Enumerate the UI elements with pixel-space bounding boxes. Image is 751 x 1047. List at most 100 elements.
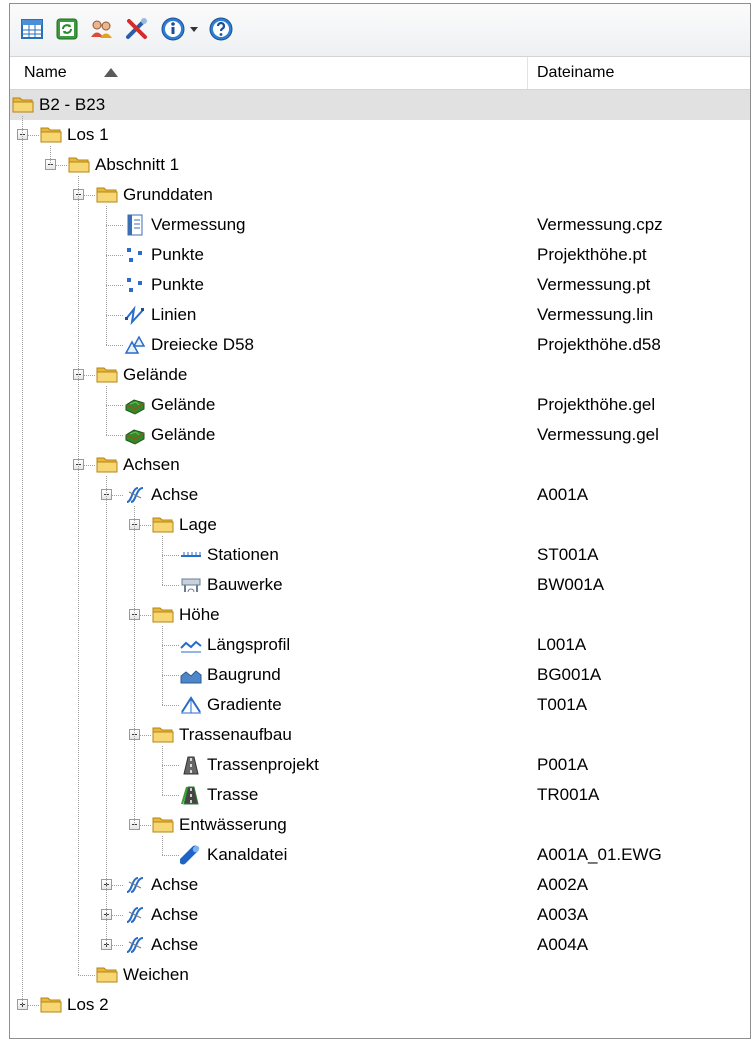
- tree-row[interactable]: Gelände Projekthöhe.gel: [10, 390, 750, 420]
- tree-item-label[interactable]: Vermessung: [151, 210, 246, 240]
- tree-item-label[interactable]: Kanaldatei: [207, 840, 287, 870]
- tree-row[interactable]: Grunddaten: [10, 180, 750, 210]
- tree-item-label[interactable]: Weichen: [123, 960, 189, 990]
- column-header: Name Dateiname: [10, 57, 750, 90]
- tree-item-label[interactable]: Punkte: [151, 270, 204, 300]
- tree-guide: [134, 506, 135, 825]
- tree-row[interactable]: Gradiente T001A: [10, 690, 750, 720]
- tree-row[interactable]: B2 - B23: [10, 90, 750, 120]
- axis-icon: [124, 904, 146, 926]
- tree-row[interactable]: Bauwerke BW001A: [10, 570, 750, 600]
- tree-row[interactable]: Lage: [10, 510, 750, 540]
- tree-item-label[interactable]: Los 1: [67, 120, 109, 150]
- tree-item-label[interactable]: Dreiecke D58: [151, 330, 254, 360]
- header-filename[interactable]: Dateiname: [537, 57, 614, 89]
- help-icon[interactable]: [206, 14, 236, 44]
- tree-row[interactable]: Gelände Vermessung.gel: [10, 420, 750, 450]
- tree-row[interactable]: Baugrund BG001A: [10, 660, 750, 690]
- tree-connector: [162, 765, 179, 766]
- tree-item-filename: TR001A: [537, 785, 600, 804]
- tree-item-label[interactable]: Abschnitt 1: [95, 150, 179, 180]
- tree-item-filename: Projekthöhe.gel: [537, 395, 656, 414]
- header-name[interactable]: Name: [24, 57, 67, 89]
- tree-item-filename: P001A: [537, 755, 589, 774]
- tree-row[interactable]: Los 1: [10, 120, 750, 150]
- tree-row[interactable]: Trassenprojekt P001A: [10, 750, 750, 780]
- tree-item-filename: Vermessung.lin: [537, 305, 654, 324]
- tree-row[interactable]: Achsen: [10, 450, 750, 480]
- route-project-icon: [180, 754, 202, 776]
- tree-item-label[interactable]: Trassenaufbau: [179, 720, 292, 750]
- table-icon[interactable]: [17, 14, 47, 44]
- tree-row[interactable]: Linien Vermessung.lin: [10, 300, 750, 330]
- axis-icon: [124, 934, 146, 956]
- tree-row[interactable]: Punkte Projekthöhe.pt: [10, 240, 750, 270]
- lines-icon: [124, 304, 146, 326]
- tree-item-label[interactable]: Los 2: [67, 990, 109, 1020]
- tree-item-filename: BG001A: [537, 665, 602, 684]
- tree-item-label[interactable]: Achse: [151, 900, 198, 930]
- tree-item-filename: Projekthöhe.pt: [537, 245, 647, 264]
- tree-item-label[interactable]: Gelände: [151, 420, 215, 450]
- folder-icon: [96, 964, 118, 986]
- tree-row[interactable]: Kanaldatei A001A_01.EWG: [10, 840, 750, 870]
- tree-row[interactable]: Los 2: [10, 990, 750, 1020]
- tree-item-label[interactable]: Stationen: [207, 540, 279, 570]
- tree-row[interactable]: Stationen ST001A: [10, 540, 750, 570]
- tree-row[interactable]: Achse A003A: [10, 900, 750, 930]
- tree-row[interactable]: Dreiecke D58 Projekthöhe.d58: [10, 330, 750, 360]
- tree-connector: [106, 435, 123, 436]
- info-icon[interactable]: [158, 14, 188, 44]
- tree-row[interactable]: Achse A002A: [10, 870, 750, 900]
- tree-item-label[interactable]: Gelände: [123, 360, 187, 390]
- dropdown-arrow-icon[interactable]: [186, 14, 202, 44]
- toolbar: [10, 4, 750, 57]
- tree-row[interactable]: Entwässerung: [10, 810, 750, 840]
- tree-item-filename: Vermessung.cpz: [537, 215, 663, 234]
- users-icon[interactable]: [87, 14, 117, 44]
- tree-item-label[interactable]: Längsprofil: [207, 630, 290, 660]
- tree-item-label[interactable]: Lage: [179, 510, 217, 540]
- tree-item-label[interactable]: Trasse: [207, 780, 258, 810]
- tools-icon[interactable]: [122, 14, 152, 44]
- tree-guide: [106, 476, 107, 945]
- tree-item-label[interactable]: Trassenprojekt: [207, 750, 319, 780]
- stations-icon: [180, 544, 202, 566]
- terrain-icon: [124, 394, 146, 416]
- tree-item-label[interactable]: Baugrund: [207, 660, 281, 690]
- refresh-icon[interactable]: [52, 14, 82, 44]
- folder-icon: [68, 154, 90, 176]
- tree-item-label[interactable]: Bauwerke: [207, 570, 283, 600]
- tree-item-label[interactable]: Achse: [151, 480, 198, 510]
- tree-row[interactable]: Achse A004A: [10, 930, 750, 960]
- tree-row[interactable]: Gelände: [10, 360, 750, 390]
- tree-row[interactable]: Vermessung Vermessung.cpz: [10, 210, 750, 240]
- tree-row[interactable]: Weichen: [10, 960, 750, 990]
- points-icon: [124, 244, 146, 266]
- tree-row[interactable]: Punkte Vermessung.pt: [10, 270, 750, 300]
- tree-item-label[interactable]: Achse: [151, 870, 198, 900]
- tree-item-label[interactable]: Achse: [151, 930, 198, 960]
- tree-item-label[interactable]: Höhe: [179, 600, 220, 630]
- tree-row[interactable]: Abschnitt 1: [10, 150, 750, 180]
- tree-row[interactable]: Trassenaufbau: [10, 720, 750, 750]
- tree-guide: [22, 116, 23, 1005]
- tree-row[interactable]: Achse A001A: [10, 480, 750, 510]
- tree-guide: [162, 836, 163, 855]
- axis-icon: [124, 874, 146, 896]
- tree-row[interactable]: Längsprofil L001A: [10, 630, 750, 660]
- tree-item-label[interactable]: Entwässerung: [179, 810, 287, 840]
- column-divider[interactable]: [527, 57, 528, 89]
- terrain-icon: [124, 424, 146, 446]
- tree-item-label[interactable]: Linien: [151, 300, 196, 330]
- tree-item-label[interactable]: Achsen: [123, 450, 180, 480]
- tree-item-filename: Vermessung.gel: [537, 425, 659, 444]
- tree-item-label[interactable]: Gradiente: [207, 690, 282, 720]
- tree-item-label[interactable]: B2 - B23: [39, 90, 105, 120]
- tree-row[interactable]: Höhe: [10, 600, 750, 630]
- tree-item-label[interactable]: Gelände: [151, 390, 215, 420]
- tree-item-label[interactable]: Punkte: [151, 240, 204, 270]
- tree-row[interactable]: Trasse TR001A: [10, 780, 750, 810]
- tree-item-label[interactable]: Grunddaten: [123, 180, 213, 210]
- subsoil-icon: [180, 664, 202, 686]
